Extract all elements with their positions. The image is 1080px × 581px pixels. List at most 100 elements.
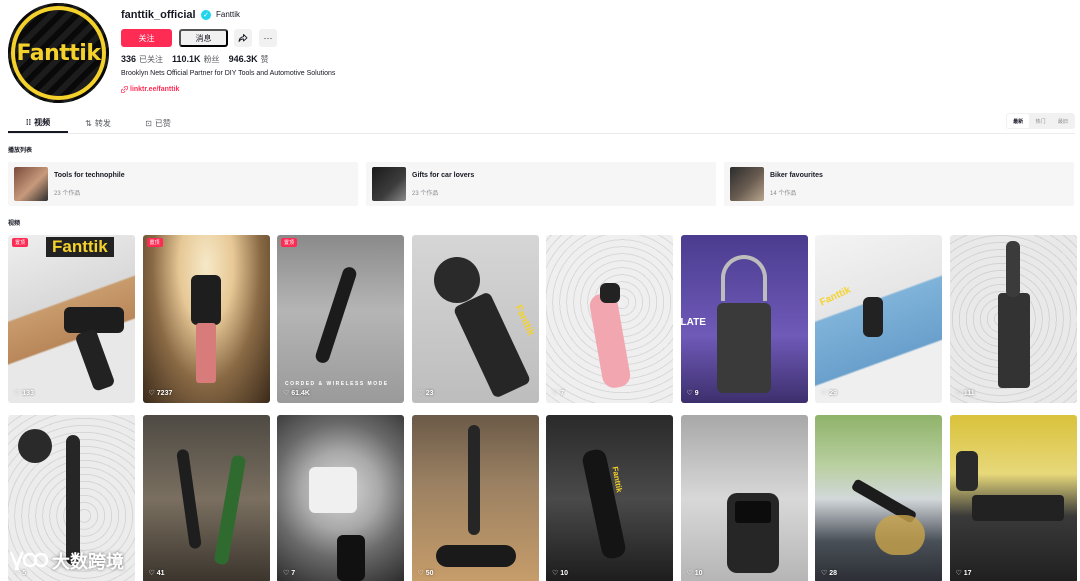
sort-popular[interactable]: 热门 xyxy=(1029,114,1051,128)
product-image xyxy=(587,291,633,390)
product-image xyxy=(313,265,359,365)
video-likes-count: 7 xyxy=(291,569,296,577)
stat-following[interactable]: 336 已关注 xyxy=(121,54,163,65)
video-likes: ♡ 111 xyxy=(955,389,975,398)
product-image xyxy=(190,275,221,325)
watermark-text: 大数跨境 xyxy=(52,552,124,572)
video-likes-count: 61.4K xyxy=(291,389,310,397)
tab-divider xyxy=(8,133,1075,134)
profile-stats: 336 已关注 110.1K 粉丝 946.3K 赞 xyxy=(121,54,269,65)
video-likes-count: 7237 xyxy=(156,389,173,397)
product-phone xyxy=(337,535,365,581)
tab-videos[interactable]: ⁞⁞ 视频 xyxy=(8,113,68,133)
video-likes-count: 28 xyxy=(829,569,838,577)
avatar-logo-text: Fanttik xyxy=(16,40,101,66)
sort-toggle: 最新 热门 最旧 xyxy=(1006,113,1075,129)
stat-following-value: 336 xyxy=(121,54,137,64)
profile-avatar[interactable]: Fanttik xyxy=(8,3,109,103)
video-card[interactable]: 置顶 ♡ 7237 xyxy=(142,235,270,403)
playlist-card[interactable]: Biker favourites 14 个作品 xyxy=(724,162,1074,206)
video-likes: ♡ 61.4K xyxy=(283,389,310,398)
video-card[interactable]: LATE ♡ 9 xyxy=(680,235,808,403)
sort-oldest[interactable]: 最旧 xyxy=(1052,114,1074,128)
video-likes-count: 29 xyxy=(829,389,838,397)
video-card[interactable]: ♡ 111 xyxy=(949,235,1077,403)
liked-icon: ⊡ xyxy=(145,118,152,128)
heart-icon: ♡ xyxy=(148,390,155,397)
playlist-title: Gifts for car lovers xyxy=(412,171,475,179)
product-stand xyxy=(435,545,516,567)
video-likes-count: 23 xyxy=(425,389,434,397)
video-overlay-text: Fanttik xyxy=(511,303,536,338)
product-battery xyxy=(971,495,1064,521)
share-button[interactable] xyxy=(234,29,252,47)
product-image xyxy=(955,451,978,491)
playlist-title: Biker favourites xyxy=(770,171,823,179)
stat-likes-value: 946.3K xyxy=(228,54,258,64)
video-card[interactable]: Fanttik ♡ 29 xyxy=(815,235,942,403)
product-image xyxy=(716,303,771,393)
product-image xyxy=(580,447,628,561)
product-body xyxy=(66,435,80,565)
profile-link[interactable]: linktr.ee/fanttik xyxy=(121,86,179,93)
product-rod xyxy=(1005,241,1020,297)
video-card[interactable]: ♡ 7 xyxy=(277,415,404,581)
video-card[interactable]: Fanttik 置顶 ♡ 133 xyxy=(8,235,135,403)
message-button[interactable]: 消息 xyxy=(179,29,228,47)
tab-videos-label: 视频 xyxy=(34,117,51,127)
heart-icon: ♡ xyxy=(148,570,155,577)
sort-latest[interactable]: 最新 xyxy=(1007,114,1030,128)
stat-followers[interactable]: 110.1K 粉丝 xyxy=(172,54,220,65)
follow-button[interactable]: 关注 xyxy=(121,29,172,47)
video-card[interactable]: ♡ 50 xyxy=(411,415,539,581)
video-likes: ♡ 7237 xyxy=(148,389,173,398)
product-handle xyxy=(213,454,246,566)
video-card[interactable]: CORDED & WIRELESS MODE 置顶 ♡ 61.4K xyxy=(277,235,404,403)
video-likes: ♡ 28 xyxy=(821,569,838,578)
profile-link-text: linktr.ee/fanttik xyxy=(130,86,180,93)
more-options-button[interactable]: ··· xyxy=(259,29,277,47)
video-card[interactable]: Fanttik ♡ 23 xyxy=(411,235,539,403)
heart-icon: ♡ xyxy=(821,570,828,577)
playlist-card[interactable]: Tools for technophile 23 个作品 xyxy=(8,162,358,206)
heart-icon: ♡ xyxy=(821,390,828,397)
product-display xyxy=(734,501,771,523)
video-overlay-text: LATE xyxy=(680,317,706,328)
video-likes-count: 10 xyxy=(694,569,703,577)
stat-followers-label: 粉丝 xyxy=(203,55,220,64)
tab-liked-label: 已赞 xyxy=(154,118,171,128)
video-card[interactable]: ♡ 10 xyxy=(680,415,808,581)
playlist-count: 23 个作品 xyxy=(412,190,439,197)
product-handle xyxy=(74,328,116,392)
product-bit xyxy=(195,323,216,383)
tab-reposts[interactable]: ⇅ 转发 xyxy=(68,113,128,133)
tab-reposts-label: 转发 xyxy=(94,118,111,128)
video-card[interactable]: ♡ 28 xyxy=(815,415,942,581)
stat-following-label: 已关注 xyxy=(139,55,164,64)
profile-bio: Brooklyn Nets Official Partner for DIY T… xyxy=(121,70,336,77)
product-hose xyxy=(720,255,767,301)
heart-icon: ♡ xyxy=(283,390,290,397)
stat-followers-value: 110.1K xyxy=(172,54,201,64)
video-likes-count: 50 xyxy=(425,569,434,577)
playlist-thumbnail xyxy=(14,167,48,201)
product-image xyxy=(863,297,883,337)
playlists-heading: 播放列表 xyxy=(8,148,33,154)
playlist-count: 23 个作品 xyxy=(54,190,81,197)
video-card[interactable]: ♡ 41 xyxy=(142,415,270,581)
heart-icon: ♡ xyxy=(955,390,962,397)
repost-icon: ⇅ xyxy=(85,118,92,128)
more-icon: ··· xyxy=(263,33,273,43)
link-icon xyxy=(121,86,128,93)
video-card[interactable]: ♡ 17 xyxy=(949,415,1077,581)
video-overlay-text: Fanttik xyxy=(818,284,853,309)
video-card[interactable]: Fanttik ♡ 10 xyxy=(546,415,673,581)
video-card[interactable]: ♡ 7 xyxy=(546,235,673,403)
heart-icon: ♡ xyxy=(283,570,290,577)
video-likes: ♡ 10 xyxy=(687,569,703,578)
playlist-card[interactable]: Gifts for car lovers 23 个作品 xyxy=(366,162,716,206)
video-likes: ♡ 50 xyxy=(418,569,434,578)
heart-icon: ♡ xyxy=(686,390,693,397)
video-likes-count: 111 xyxy=(963,389,975,397)
tab-liked[interactable]: ⊡ 已赞 xyxy=(128,113,188,133)
